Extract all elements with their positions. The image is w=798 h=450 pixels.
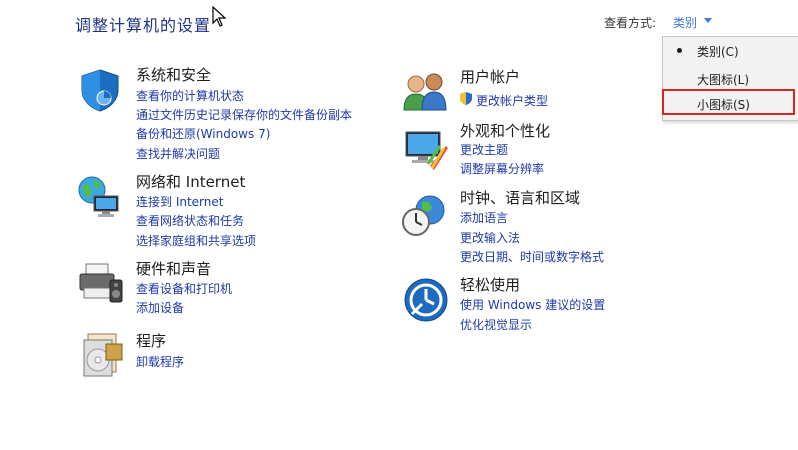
category-title-programs[interactable]: 程序	[136, 330, 166, 351]
link-add-language[interactable]: 添加语言	[460, 209, 508, 226]
page-title: 调整计算机的设置	[75, 16, 212, 35]
view-by-dropdown[interactable]: 类别	[673, 14, 697, 31]
link-devices-printers[interactable]: 查看设备和打印机	[136, 280, 232, 297]
link-troubleshoot[interactable]: 查找并解决问题	[136, 145, 220, 162]
uac-shield-icon	[460, 92, 472, 105]
clock-globe-icon[interactable]	[400, 192, 448, 240]
programs-icon[interactable]	[80, 330, 128, 378]
category-title-hardware[interactable]: 硬件和声音	[136, 258, 211, 279]
network-globe-icon[interactable]	[74, 172, 122, 220]
category-title-ease-of-access[interactable]: 轻松使用	[460, 274, 520, 295]
category-title-clock-region[interactable]: 时钟、语言和区域	[460, 187, 580, 208]
link-view-computer-status[interactable]: 查看你的计算机状态	[136, 87, 244, 104]
link-date-time-format[interactable]: 更改日期、时间或数字格式	[460, 248, 604, 265]
category-title-user-accounts[interactable]: 用户帐户	[460, 66, 520, 87]
mouse-cursor-icon	[212, 6, 227, 27]
link-file-history[interactable]: 通过文件历史记录保存你的文件备份副本	[136, 106, 352, 123]
appearance-monitor-icon[interactable]	[402, 126, 450, 174]
chevron-down-icon[interactable]	[704, 18, 712, 23]
menu-item-small-icons[interactable]: 小图标(S)	[663, 92, 797, 114]
link-change-input-method[interactable]: 更改输入法	[460, 229, 520, 246]
link-change-account-type[interactable]: 更改帐户类型	[476, 92, 548, 109]
link-windows-recommended[interactable]: 使用 Windows 建议的设置	[460, 296, 605, 313]
category-title-appearance[interactable]: 外观和个性化	[460, 120, 550, 141]
user-accounts-icon[interactable]	[402, 68, 450, 116]
category-title-system-security[interactable]: 系统和安全	[136, 64, 211, 85]
link-change-theme[interactable]: 更改主题	[460, 141, 508, 158]
view-by-label: 查看方式:	[604, 16, 657, 30]
menu-item-category[interactable]: 类别(C)	[663, 39, 797, 61]
category-title-network[interactable]: 网络和 Internet	[136, 171, 245, 192]
link-uninstall-program[interactable]: 卸载程序	[136, 353, 184, 370]
link-backup-restore[interactable]: 备份和还原(Windows 7)	[136, 125, 270, 142]
link-homegroup[interactable]: 选择家庭组和共享选项	[136, 232, 256, 249]
link-optimize-display[interactable]: 优化视觉显示	[460, 316, 532, 333]
printer-speaker-icon[interactable]	[76, 258, 124, 306]
link-add-device[interactable]: 添加设备	[136, 299, 184, 316]
menu-item-large-icons[interactable]: 大图标(L)	[663, 67, 797, 89]
shield-icon[interactable]	[76, 66, 124, 114]
link-connect-internet[interactable]: 连接到 Internet	[136, 193, 223, 210]
link-screen-resolution[interactable]: 调整屏幕分辨率	[460, 160, 544, 177]
selected-dot-icon	[677, 48, 682, 53]
link-network-status[interactable]: 查看网络状态和任务	[136, 212, 244, 229]
ease-of-access-icon[interactable]	[402, 276, 450, 324]
view-by-menu: 类别(C) 大图标(L) 小图标(S)	[662, 36, 798, 121]
